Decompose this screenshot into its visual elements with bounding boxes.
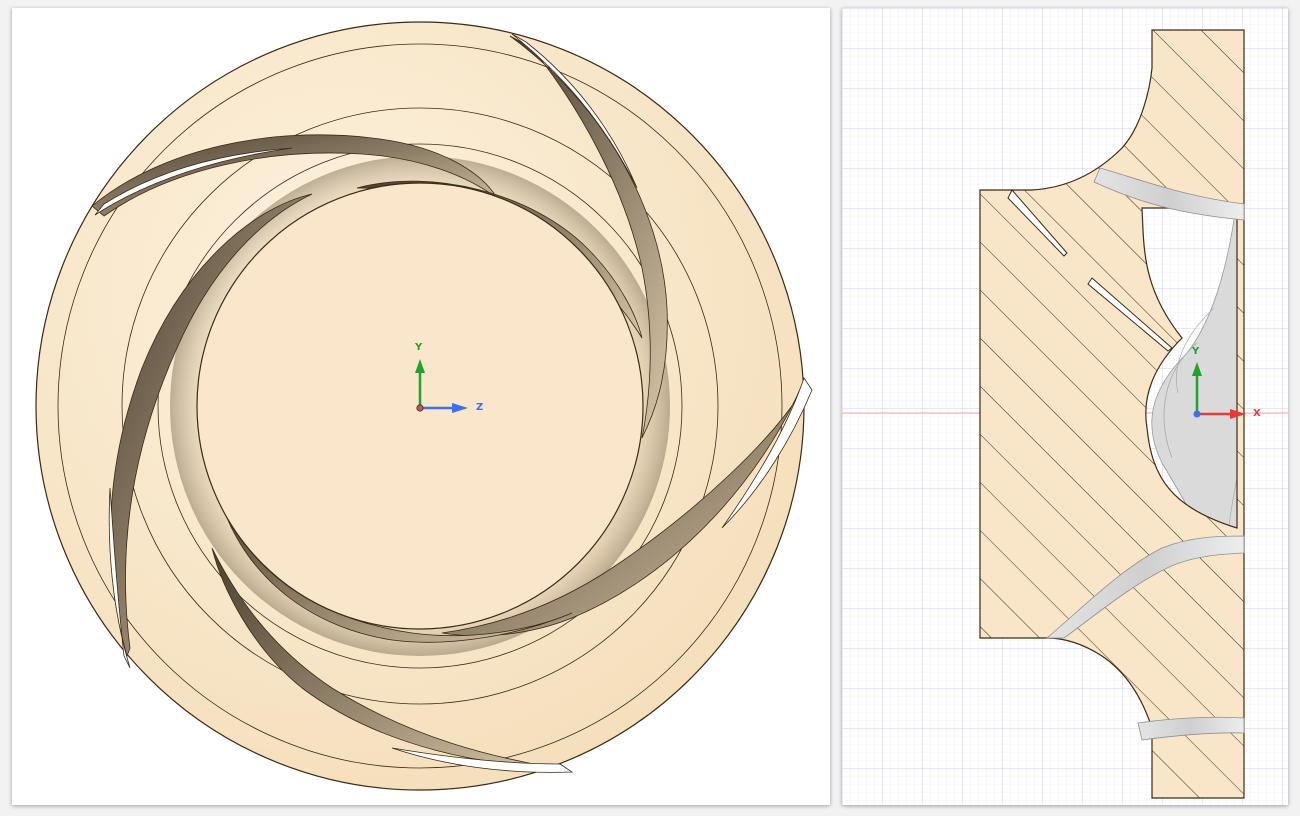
- impeller-section-view[interactable]: Y X: [842, 8, 1288, 805]
- impeller-front-canvas: [35, 21, 813, 791]
- y-axis-label: Y: [415, 342, 423, 353]
- impeller-front-view[interactable]: Y Z: [12, 8, 830, 805]
- x-axis-label: X: [1253, 408, 1261, 419]
- z-axis-label: Z: [476, 402, 484, 413]
- section-canvas: [842, 8, 1288, 805]
- y-axis-label-section: Y: [1192, 346, 1200, 357]
